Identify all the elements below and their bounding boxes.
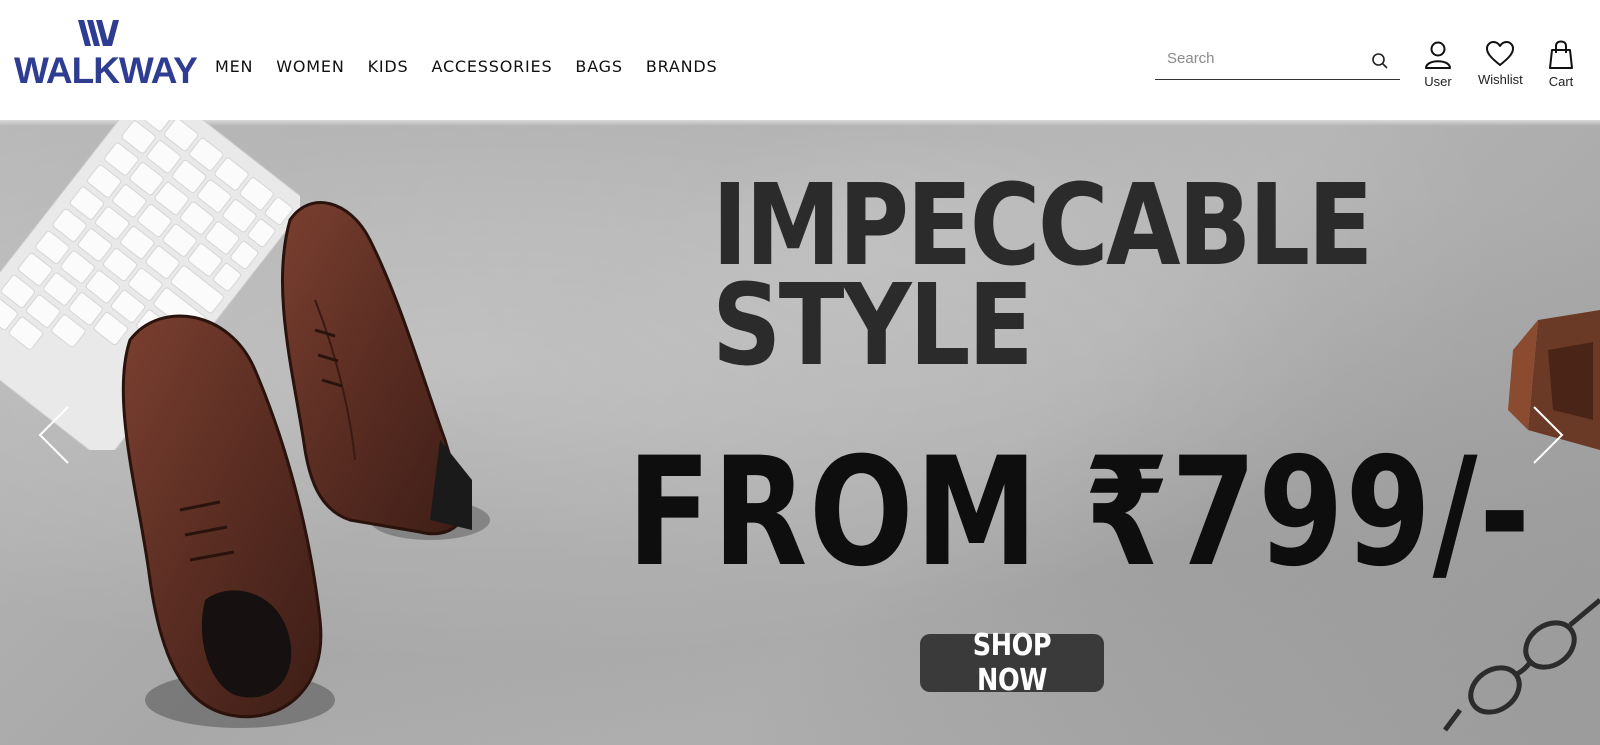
nav-item-accessories[interactable]: ACCESSORIES: [431, 57, 552, 76]
user-label: User: [1424, 74, 1452, 89]
nav-item-women[interactable]: WOMEN: [276, 57, 344, 76]
brand-name: WALKWAY: [14, 50, 198, 91]
heart-icon: [1486, 41, 1515, 66]
shop-now-button[interactable]: SHOP NOW: [920, 628, 1104, 698]
wishlist-label: Wishlist: [1478, 72, 1523, 87]
cart-button[interactable]: Cart: [1548, 40, 1574, 89]
shop-now-label: SHOP NOW: [972, 628, 1052, 698]
nav-item-men[interactable]: MEN: [215, 57, 253, 76]
nav-item-brands[interactable]: BRANDS: [646, 57, 718, 76]
cart-label: Cart: [1548, 74, 1574, 89]
shopping-bag-icon: [1549, 40, 1573, 69]
hero-headline-line-2: STYLE: [712, 261, 1034, 391]
brand-logo[interactable]: WALKWAY: [14, 20, 198, 91]
shoes-image: [121, 201, 490, 728]
user-button[interactable]: User: [1424, 40, 1452, 89]
nav-item-bags[interactable]: BAGS: [575, 57, 622, 76]
wishlist-button[interactable]: Wishlist: [1478, 40, 1523, 87]
hero-price-text: FROM ₹799/-: [627, 426, 1532, 600]
search-icon[interactable]: [1370, 51, 1390, 71]
hero-headline: IMPECCABLE STYLE: [712, 170, 1373, 391]
glasses-image: [1443, 598, 1600, 732]
hero-banner[interactable]: IMPECCABLE STYLE FROM ₹799/- SHOP NOW: [0, 120, 1600, 745]
logo-mark-icon: [78, 20, 119, 46]
main-nav: MEN WOMEN KIDS ACCESSORIES BAGS BRANDS: [215, 57, 740, 76]
search-input[interactable]: [1167, 46, 1367, 70]
site-header: WALKWAY MEN WOMEN KIDS ACCESSORIES BAGS …: [0, 0, 1600, 120]
user-icon: [1425, 41, 1451, 69]
search-bar: [1155, 38, 1400, 80]
chevron-right-icon[interactable]: [1526, 405, 1566, 465]
nav-item-kids[interactable]: KIDS: [368, 57, 409, 76]
chevron-left-icon[interactable]: [36, 405, 76, 465]
